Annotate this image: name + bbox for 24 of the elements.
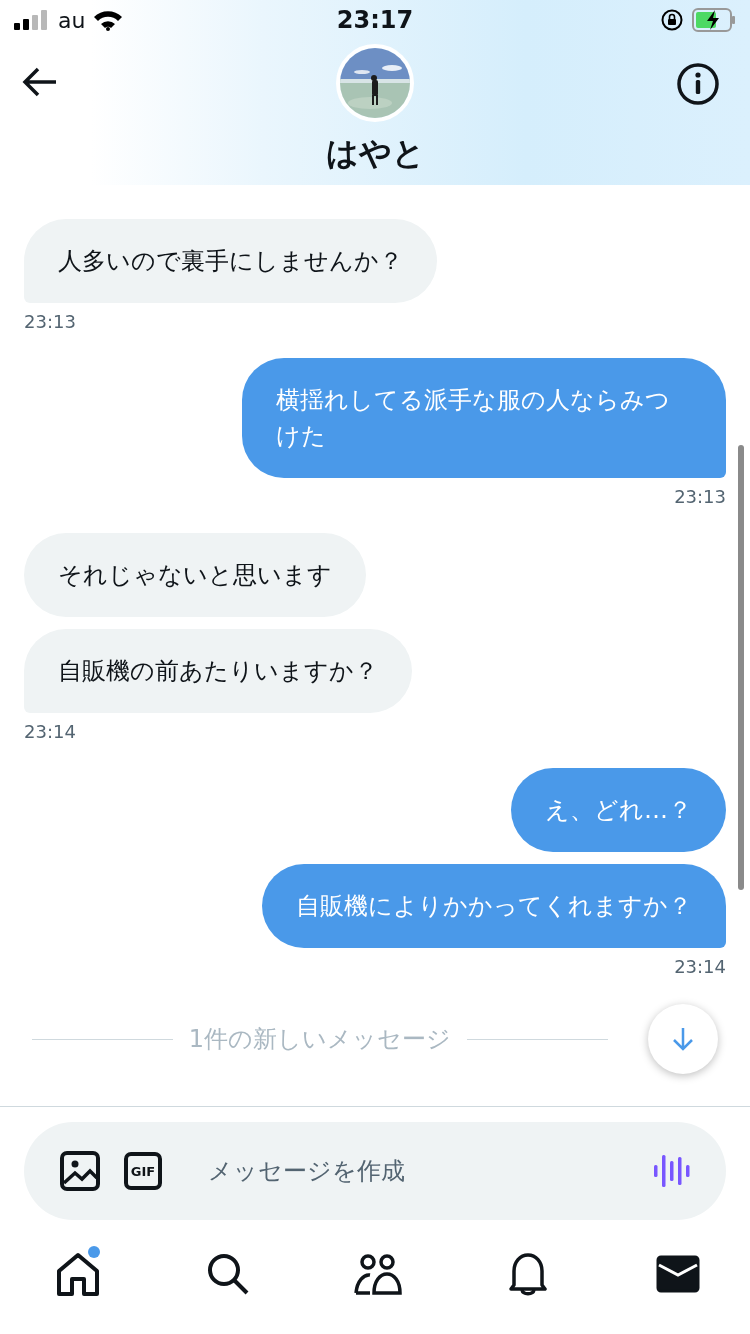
message-bubble: 自販機によりかかってくれますか？ <box>262 864 726 948</box>
message-time: 23:13 <box>24 311 76 332</box>
message-bubble: 自販機の前あたりいますか？ <box>24 629 412 713</box>
message-time: 23:13 <box>674 486 726 507</box>
message-bubble: それじゃないと思います <box>24 533 366 617</box>
gif-button[interactable]: GIF <box>124 1152 162 1190</box>
voice-icon[interactable] <box>654 1153 690 1189</box>
message-bubble: 人多いので裏手にしませんか？ <box>24 219 437 303</box>
carrier-name: au <box>58 7 86 33</box>
message-time: 23:14 <box>24 721 76 742</box>
rotation-lock-icon <box>660 8 684 32</box>
image-button[interactable] <box>60 1151 100 1191</box>
message-bubble: 横揺れしてる派手な服の人ならみつけた <box>242 358 726 478</box>
message-bubble: え、どれ…？ <box>511 768 726 852</box>
signal-icon <box>14 10 48 30</box>
arrow-down-icon <box>670 1026 696 1052</box>
battery-icon <box>692 8 736 32</box>
new-messages-divider-label: 1件の新しいメッセージ <box>188 1024 452 1055</box>
info-button[interactable] <box>676 62 720 106</box>
contact-name: はやと <box>325 133 425 174</box>
message-time: 23:14 <box>674 956 726 977</box>
status-time: 23:17 <box>336 6 414 34</box>
wifi-icon <box>93 9 124 31</box>
message-input[interactable]: メッセージを作成 <box>206 1156 630 1186</box>
